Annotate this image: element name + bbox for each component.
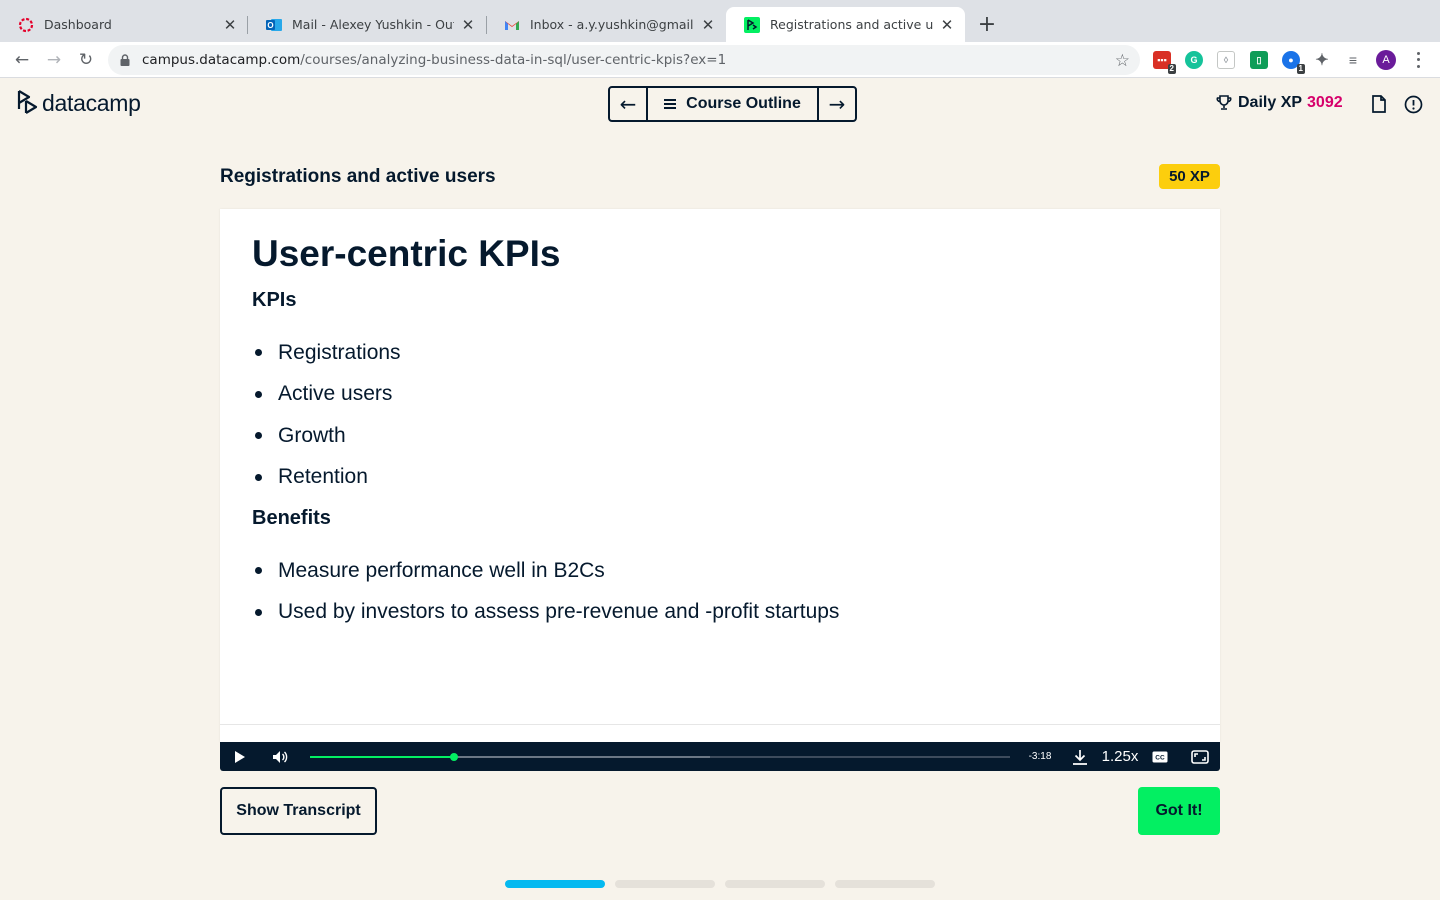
close-tab-icon[interactable]: ✕ — [700, 17, 716, 34]
url-text: campus.datacamp.com/courses/analyzing-bu… — [142, 52, 726, 68]
progress-step[interactable] — [835, 880, 935, 888]
arrow-left-icon: ← — [619, 92, 637, 116]
slides-document-icon[interactable] — [1369, 94, 1389, 114]
kpi-list: Registrations Active users Growth Retent… — [252, 332, 401, 498]
browser-tab-datacamp[interactable]: Registrations and active users ✕ — [726, 7, 965, 42]
exercise-progress — [505, 880, 945, 888]
browser-toolbar: ← → ↻ campus.datacamp.com/courses/analyz… — [0, 42, 1440, 78]
app-header: datacamp ← Course Outline → Daily XP 309… — [0, 79, 1440, 131]
media-control-icon[interactable]: ≡ — [1344, 51, 1362, 69]
progress-step[interactable] — [505, 880, 605, 888]
course-outline-label: Course Outline — [686, 95, 801, 112]
browser-tab-gmail[interactable]: Inbox - a.y.yushkin@gmail.com ✕ — [486, 7, 726, 42]
trophy-icon — [1216, 95, 1232, 110]
got-it-button[interactable]: Got It! — [1138, 787, 1220, 835]
extension-badge: 2 — [1167, 64, 1176, 74]
slide-divider — [220, 724, 1220, 725]
bookmark-star-icon[interactable]: ☆ — [1115, 51, 1130, 71]
svg-text:CC: CC — [1155, 754, 1165, 761]
download-icon[interactable] — [1070, 746, 1090, 767]
list-item: Retention — [252, 457, 401, 499]
browser-menu-icon[interactable] — [1412, 50, 1424, 70]
extension-icon[interactable]: ◊ — [1217, 51, 1235, 69]
course-outline-button[interactable]: Course Outline — [646, 88, 819, 120]
volume-icon[interactable] — [270, 746, 290, 767]
svg-text:O: O — [267, 21, 273, 30]
address-bar[interactable]: campus.datacamp.com/courses/analyzing-bu… — [108, 45, 1140, 75]
menu-icon — [664, 99, 677, 109]
next-exercise-button[interactable]: → — [819, 88, 855, 120]
exercise-title: Registrations and active users — [220, 166, 496, 187]
close-tab-icon[interactable]: ✕ — [222, 17, 238, 34]
video-slide[interactable]: User-centric KPIs KPIs Registrations Act… — [220, 209, 1220, 742]
list-item: Used by investors to assess pre-revenue … — [252, 592, 839, 634]
grammarly-icon[interactable]: G — [1185, 51, 1203, 69]
seek-handle[interactable] — [449, 753, 458, 761]
report-issue-icon[interactable] — [1403, 94, 1423, 114]
extension-icon[interactable]: ● 1 — [1282, 51, 1305, 74]
datacamp-logo-icon — [17, 90, 38, 114]
progress-step[interactable] — [725, 880, 825, 888]
list-item: Growth — [252, 415, 401, 457]
daily-xp-value: 3092 — [1307, 94, 1343, 111]
list-item: Registrations — [252, 332, 401, 374]
video-controls: -3:18 1.25x CC — [220, 742, 1220, 771]
back-arrow-icon[interactable]: ← — [11, 49, 33, 71]
gmail-icon — [504, 17, 520, 33]
extension-icon[interactable]: ▯ — [1250, 51, 1268, 69]
fullscreen-icon[interactable] — [1190, 746, 1210, 767]
close-tab-icon[interactable]: ✕ — [460, 17, 476, 34]
play-icon[interactable] — [230, 746, 250, 767]
daily-xp-label: Daily XP — [1238, 94, 1303, 111]
browser-tab-strip: Dashboard ✕ O Mail - Alexey Yushkin - Ou… — [0, 0, 1440, 42]
reload-icon[interactable]: ↻ — [75, 49, 97, 71]
played-range — [310, 756, 454, 758]
url-domain: campus.datacamp.com — [142, 52, 301, 68]
previous-exercise-button[interactable]: ← — [610, 88, 646, 120]
xp-badge: 50 XP — [1159, 164, 1220, 189]
outlook-icon: O — [266, 17, 282, 33]
daily-xp[interactable]: Daily XP 3092 — [1216, 94, 1343, 112]
datacamp-logo[interactable]: datacamp — [16, 89, 141, 117]
logo-text: datacamp — [42, 89, 141, 116]
extension-icon[interactable]: ▪▪▪ 2 — [1153, 51, 1176, 74]
close-tab-icon[interactable]: ✕ — [939, 17, 955, 34]
tab-title: Registrations and active users — [770, 17, 933, 32]
lock-icon — [120, 54, 130, 66]
section-title-kpis: KPIs — [252, 289, 297, 311]
course-navigation: ← Course Outline → — [608, 86, 857, 122]
browser-tab-outlook[interactable]: O Mail - Alexey Yushkin - Outlook ✕ — [248, 7, 486, 42]
profile-avatar[interactable]: A — [1376, 50, 1396, 70]
new-tab-button[interactable]: + — [976, 12, 998, 37]
dashboard-favicon-icon — [18, 17, 34, 33]
arrow-right-icon: → — [828, 92, 846, 116]
url-path: /courses/analyzing-business-data-in-sql/… — [300, 52, 727, 68]
list-item: Active users — [252, 374, 401, 416]
time-remaining: -3:18 — [1028, 751, 1052, 762]
show-transcript-button[interactable]: Show Transcript — [220, 787, 377, 835]
video-progress-bar[interactable] — [310, 753, 1010, 761]
puzzle-extensions-icon[interactable]: ✦ — [1313, 51, 1331, 69]
tab-title: Mail - Alexey Yushkin - Outlook — [292, 17, 454, 32]
browser-tab-dashboard[interactable]: Dashboard ✕ — [0, 7, 248, 42]
closed-captions-icon[interactable]: CC — [1150, 746, 1170, 767]
extension-badge: 1 — [1296, 64, 1305, 74]
tab-title: Inbox - a.y.yushkin@gmail.com — [530, 17, 694, 32]
datacamp-favicon-icon — [744, 16, 760, 33]
forward-arrow-icon[interactable]: → — [43, 49, 65, 71]
benefits-list: Measure performance well in B2Cs Used by… — [252, 550, 839, 633]
list-item: Measure performance well in B2Cs — [252, 550, 839, 592]
section-title-benefits: Benefits — [252, 507, 331, 529]
playback-speed[interactable]: 1.25x — [1100, 746, 1140, 767]
slide-heading: User-centric KPIs — [252, 233, 561, 274]
progress-step[interactable] — [615, 880, 715, 888]
tab-title: Dashboard — [44, 17, 112, 32]
